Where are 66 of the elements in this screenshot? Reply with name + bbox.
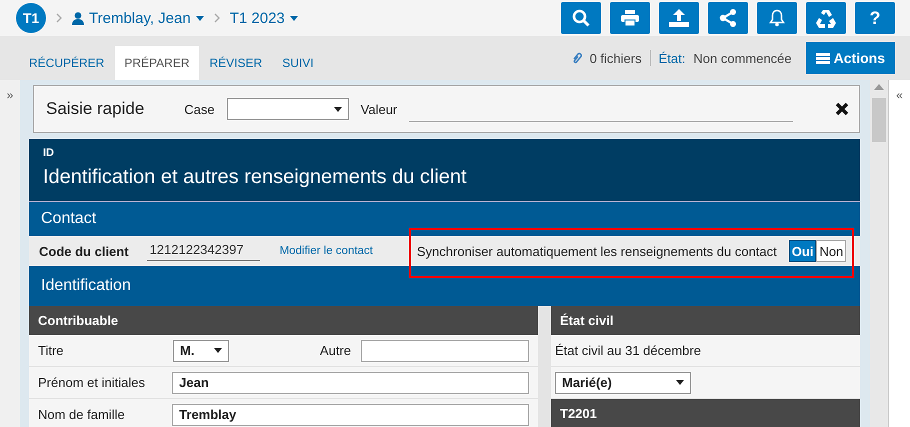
tab[interactable]: SUIVI [273, 46, 323, 80]
chevron-icon [214, 13, 220, 23]
help-button[interactable]: ? [855, 2, 895, 34]
actions-button[interactable]: Actions [806, 42, 895, 74]
field-label: Case [184, 102, 215, 116]
search-button[interactable] [561, 2, 601, 34]
upload-icon [669, 9, 689, 27]
print-button[interactable] [610, 2, 650, 34]
title-dropdown[interactable]: M. [173, 340, 229, 362]
group-heading: État civil [551, 306, 860, 335]
tab[interactable]: RÉVISER [200, 46, 272, 80]
edit-contact-link[interactable]: Modifier le contact [280, 245, 373, 257]
recycle-button[interactable] [806, 2, 846, 34]
upload-button[interactable] [659, 2, 699, 34]
other-field[interactable] [361, 340, 529, 362]
field-label: Nom de famille [38, 407, 126, 422]
collapse-toggle[interactable]: « [896, 88, 903, 102]
printer-icon [621, 10, 639, 26]
client-code-field[interactable]: 1212122342397 [146, 242, 260, 260]
form-code: ID [43, 147, 55, 159]
caret-icon [334, 106, 342, 112]
section-heading: Contact [29, 202, 860, 236]
first-name-field[interactable]: Jean [172, 372, 529, 394]
case-dropdown[interactable] [226, 98, 349, 120]
close-button[interactable] [835, 102, 849, 116]
scrollbar[interactable] [870, 80, 888, 427]
app-badge[interactable]: T1 [16, 3, 46, 33]
tab[interactable]: RÉCUPÉRER [20, 46, 114, 80]
tab[interactable]: PRÉPARER [115, 46, 198, 80]
panel-title: Saisie rapide [46, 99, 144, 119]
field-label: Titre [38, 343, 65, 358]
caret-icon [676, 380, 684, 385]
state-label: État: [658, 50, 686, 66]
chevron-icon [56, 13, 62, 23]
paperclip-icon [572, 52, 582, 64]
marital-status-dropdown[interactable]: Marié(e) [555, 372, 691, 394]
field-label: Prénom et initiales [38, 375, 146, 390]
recycle-icon [816, 8, 836, 28]
bell-icon [769, 9, 785, 27]
group-heading: T2201 [551, 399, 860, 427]
field-label: État civil au 31 décembre [555, 343, 701, 358]
caret-icon [290, 16, 298, 20]
list-icon [816, 52, 830, 64]
breadcrumb-dropdown[interactable]: Tremblay, Jean [72, 10, 204, 26]
share-icon [719, 9, 737, 27]
person-icon [72, 12, 84, 24]
search-icon [572, 9, 590, 27]
state-value: Non commencée [693, 50, 792, 66]
share-button[interactable] [708, 2, 748, 34]
file-count: 0 fichiers [590, 50, 642, 66]
caret-icon [196, 16, 204, 20]
group-heading: Contribuable [29, 306, 538, 335]
field-label: Code du client [39, 244, 129, 258]
sync-label: Synchroniser automatiquement les renseignements du contact [416, 244, 777, 258]
bell-button[interactable] [757, 2, 797, 34]
breadcrumb-dropdown[interactable]: T1 2023 [230, 10, 298, 26]
form-title: Identification et autres renseignements du client [43, 166, 468, 189]
caret-icon [214, 348, 222, 353]
section-heading: Identification [29, 266, 860, 306]
expand-toggle[interactable]: » [6, 88, 14, 102]
toggle-option[interactable]: Non [816, 240, 846, 262]
scrollbar-thumb[interactable] [872, 98, 886, 142]
toggle-option[interactable]: Oui [788, 240, 816, 262]
last-name-field[interactable]: Tremblay [172, 404, 529, 426]
field-label: Autre [320, 343, 351, 358]
field-label: Valeur [360, 102, 398, 116]
